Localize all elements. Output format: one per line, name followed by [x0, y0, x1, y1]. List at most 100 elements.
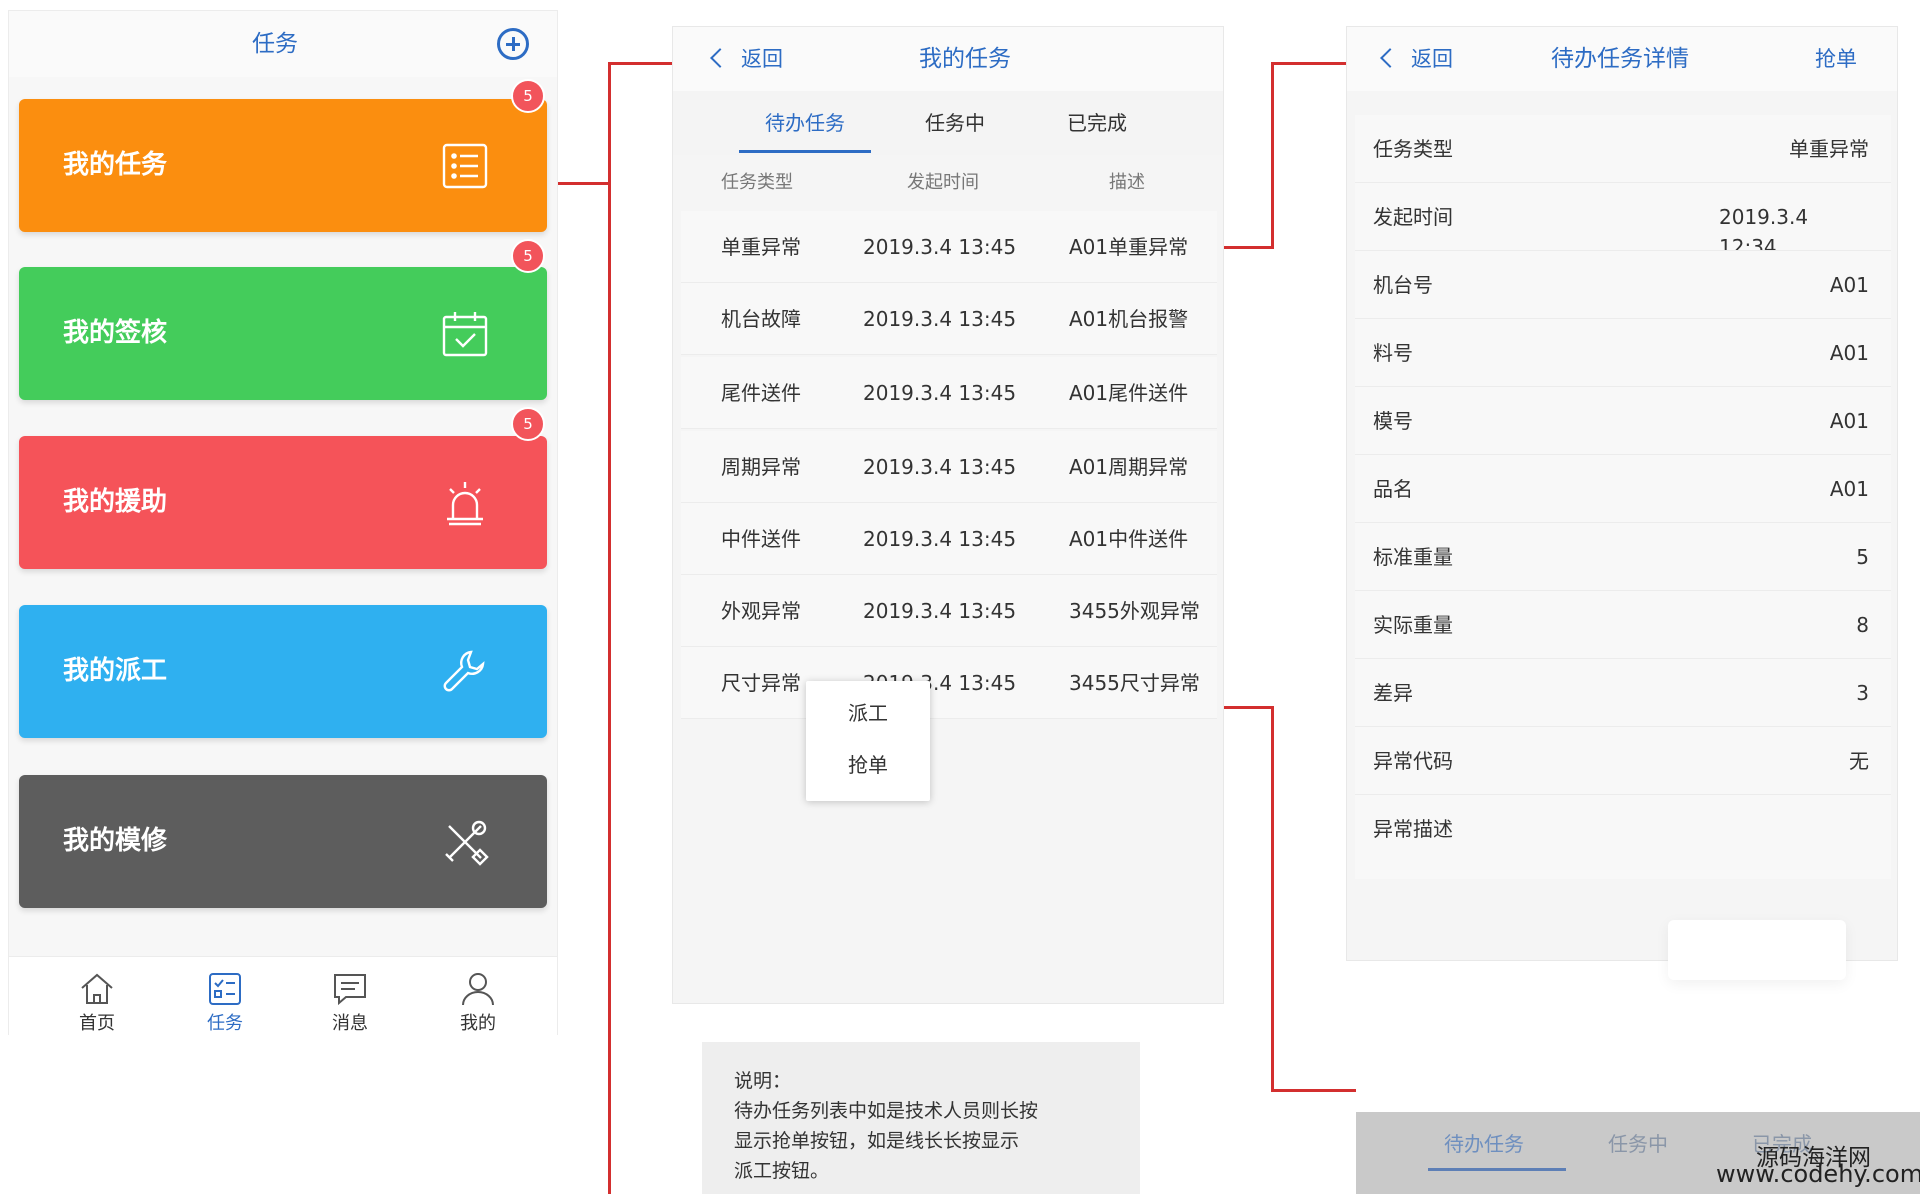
- page-title: 我的任务: [919, 46, 1011, 72]
- tab-pending: 待办任务: [1444, 1132, 1524, 1156]
- field-label: 差异: [1373, 681, 1413, 705]
- cell-desc: A01机台报警: [1069, 307, 1189, 331]
- card-my-assist[interactable]: 我的援助: [19, 436, 547, 569]
- detail-row: 品名 A01: [1355, 455, 1891, 523]
- my-tasks-screen: 返回 我的任务 待办任务 任务中 已完成 任务类型 发起时间 描述 单重异常 2…: [672, 26, 1224, 1004]
- card-label: 我的派工: [63, 656, 168, 686]
- user-icon: [462, 973, 494, 1006]
- field-label: 异常描述: [1373, 817, 1453, 841]
- field-label: 实际重量: [1373, 613, 1453, 637]
- tab-home[interactable]: 首页: [57, 957, 137, 1037]
- table-row[interactable]: 机台故障 2019.3.4 13:45 A01机台报警: [681, 283, 1217, 355]
- nav-bar: 返回 我的任务: [673, 27, 1223, 91]
- cell-time: 2019.3.4 13:45: [863, 235, 1017, 259]
- alarm-bell-icon: [441, 479, 489, 527]
- tab-mine[interactable]: 我的: [438, 957, 518, 1037]
- table-row[interactable]: 尾件送件 2019.3.4 13:45 A01尾件送件: [681, 357, 1217, 429]
- column-header: 任务类型: [721, 172, 793, 193]
- tab-in-progress[interactable]: 任务中: [885, 91, 1025, 155]
- cell-time: 2019.3.4 13:45: [863, 527, 1017, 551]
- cell-type: 尾件送件: [721, 381, 801, 405]
- column-header: 发起时间: [907, 172, 979, 193]
- note-line: 待办任务列表中如是技术人员则长按: [734, 1100, 1039, 1122]
- explanation-note: 说明： 待办任务列表中如是技术人员则长按 显示抢单按钮，如是线长长按显示 派工按…: [702, 1042, 1140, 1194]
- field-label: 发起时间: [1373, 205, 1453, 229]
- calendar-check-icon: [441, 310, 489, 358]
- field-value: 3: [1856, 681, 1869, 705]
- tab-label: 首页: [79, 1013, 115, 1034]
- watermark-url: www.codehy.com: [1716, 1160, 1920, 1188]
- table-row[interactable]: 中件送件 2019.3.4 13:45 A01中件送件: [681, 503, 1217, 575]
- badge-my-review: 5: [511, 239, 545, 273]
- segment-tabs: 待办任务 任务中 已完成: [673, 91, 1223, 155]
- field-label: 模号: [1373, 409, 1413, 433]
- grab-order-menu-item[interactable]: 抢单: [806, 749, 930, 778]
- badge-my-assist: 5: [511, 407, 545, 441]
- back-label: 返回: [741, 47, 783, 71]
- field-value: 5: [1856, 545, 1869, 569]
- card-my-tasks[interactable]: 我的任务: [19, 99, 547, 232]
- task-detail-screen: 返回 待办任务详情 抢单 任务类型 单重异常 发起时间 2019.3.4 12:…: [1346, 26, 1898, 961]
- connector-line: [608, 62, 611, 1194]
- home-header: 任务: [9, 11, 557, 77]
- connector-line: [558, 182, 610, 185]
- task-home-screen: 任务 我的任务 5 我的签核 5 我的援助 5 我的派工 我的模修 首页 任务 …: [8, 10, 558, 1036]
- field-value: 2019.3.4: [1719, 205, 1809, 229]
- card-label: 我的签核: [63, 318, 168, 348]
- long-press-menu: 派工 抢单: [806, 681, 930, 801]
- badge-my-tasks: 5: [511, 79, 545, 113]
- cell-time: 2019.3.4 13:45: [863, 599, 1017, 623]
- table-row[interactable]: 外观异常 2019.3.4 13:45 3455外观异常: [681, 575, 1217, 647]
- home-title: 任务: [252, 31, 298, 57]
- cell-desc: A01尾件送件: [1069, 381, 1189, 405]
- tab-completed[interactable]: 已完成: [1027, 91, 1167, 155]
- connector-line: [1271, 706, 1274, 1092]
- back-button[interactable]: 返回: [1380, 27, 1453, 91]
- cell-type: 尺寸异常: [721, 671, 801, 695]
- card-my-dispatch[interactable]: 我的派工: [19, 605, 547, 738]
- detail-row: 异常描述: [1355, 795, 1891, 879]
- note-line: 显示抢单按钮，如是线长长按显示: [734, 1130, 1020, 1152]
- detail-row: 差异 3: [1355, 659, 1891, 727]
- detail-row: 异常代码 无: [1355, 727, 1891, 795]
- detail-row: 模号 A01: [1355, 387, 1891, 455]
- field-value: A01: [1829, 341, 1869, 365]
- bottom-tab-bar: 首页 任务 消息 我的: [9, 956, 557, 1036]
- card-label: 我的任务: [63, 150, 168, 180]
- cell-desc: A01周期异常: [1069, 455, 1189, 479]
- connector-line: [608, 62, 672, 65]
- chevron-left-icon: [710, 48, 730, 68]
- tools-icon: [441, 818, 489, 866]
- tab-label: 我的: [460, 1013, 496, 1034]
- tab-pending[interactable]: 待办任务: [735, 91, 875, 155]
- home-icon: [81, 973, 113, 1004]
- wrench-icon: [441, 648, 489, 696]
- card-label: 我的模修: [63, 826, 168, 856]
- card-my-review[interactable]: 我的签核: [19, 267, 547, 400]
- cell-time: 2019.3.4 13:45: [863, 455, 1017, 479]
- tab-message[interactable]: 消息: [310, 957, 390, 1037]
- field-value-line2: 12:34: [1719, 235, 1777, 251]
- dispatch-menu-item[interactable]: 派工: [806, 697, 930, 726]
- back-button[interactable]: 返回: [710, 27, 783, 91]
- tab-label: 任务: [207, 1013, 243, 1034]
- grab-order-button[interactable]: 抢单: [1815, 27, 1857, 91]
- table-row[interactable]: 尺寸异常 2019.3.4 13:45 3455尺寸异常: [681, 647, 1217, 719]
- active-tab-underline: [1428, 1168, 1566, 1171]
- floating-card: [1668, 920, 1846, 980]
- field-label: 料号: [1373, 341, 1413, 365]
- cell-type: 机台故障: [721, 307, 801, 331]
- field-value: A01: [1829, 273, 1869, 297]
- cell-type: 周期异常: [721, 455, 801, 479]
- detail-row: 实际重量 8: [1355, 591, 1891, 659]
- back-label: 返回: [1411, 47, 1453, 71]
- add-task-icon[interactable]: [497, 28, 529, 60]
- cell-time: 2019.3.4 13:45: [863, 381, 1017, 405]
- field-value: 8: [1856, 613, 1869, 637]
- table-row[interactable]: 单重异常 2019.3.4 13:45 A01单重异常: [681, 211, 1217, 283]
- card-my-repair[interactable]: 我的模修: [19, 775, 547, 908]
- table-row[interactable]: 周期异常 2019.3.4 13:45 A01周期异常: [681, 431, 1217, 503]
- list-icon: [441, 142, 489, 190]
- field-value: A01: [1829, 477, 1869, 501]
- tab-task[interactable]: 任务: [185, 957, 265, 1037]
